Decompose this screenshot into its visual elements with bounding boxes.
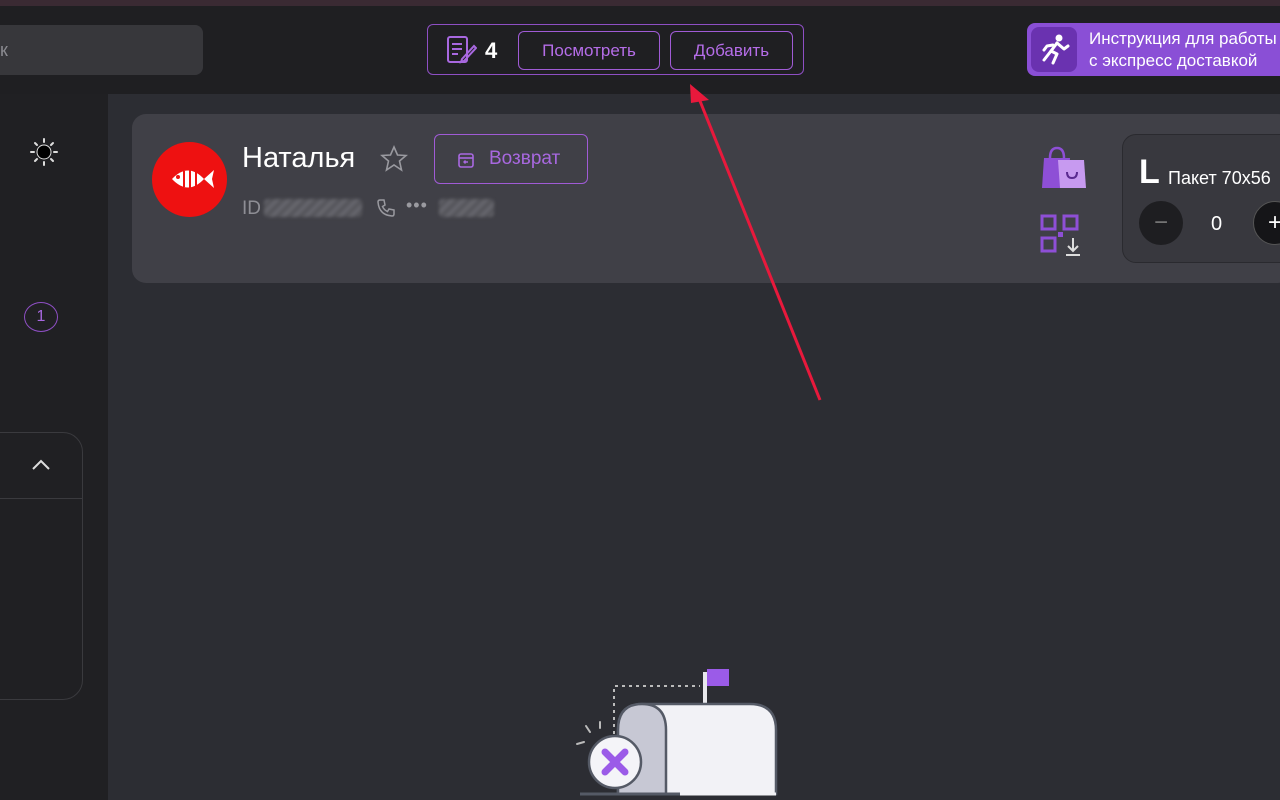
instruction-text: Инструкция для работы с экспресс доставк… xyxy=(1089,29,1277,70)
shopping-bag-icon[interactable] xyxy=(1040,146,1088,190)
document-icon xyxy=(447,36,477,64)
package-quantity: 0 xyxy=(1211,213,1223,235)
view-button[interactable]: Посмотреть xyxy=(518,31,660,70)
star-icon[interactable] xyxy=(380,145,408,173)
increment-button[interactable]: + xyxy=(1253,201,1280,245)
sidebar-count-badge[interactable]: 1 xyxy=(24,302,58,332)
customer-name: Наталья xyxy=(242,142,356,174)
empty-mailbox-illustration xyxy=(576,669,778,796)
panel-divider xyxy=(0,498,83,499)
chevron-up-icon[interactable] xyxy=(31,457,51,471)
search-text: к xyxy=(0,40,8,60)
cart-summary: 4 Посмотреть Добавить xyxy=(427,24,804,75)
cart-count: 4 xyxy=(485,38,498,63)
collapsible-panel xyxy=(0,432,83,700)
instruction-banner[interactable]: Инструкция для работы с экспресс доставк… xyxy=(1027,23,1280,76)
package-name: Пакет 70x56 xyxy=(1168,168,1271,188)
sun-icon[interactable] xyxy=(28,136,60,168)
fish-logo-icon xyxy=(152,142,227,217)
customer-id-label: ID xyxy=(242,198,261,219)
decrement-button[interactable]: − xyxy=(1139,201,1183,245)
phone-mask: ••• xyxy=(406,195,428,215)
phone-redacted xyxy=(439,199,494,217)
qr-download-icon[interactable] xyxy=(1040,214,1084,258)
customer-id-redacted xyxy=(264,199,362,217)
return-icon xyxy=(458,153,474,168)
search-input[interactable]: к xyxy=(0,25,203,75)
add-button[interactable]: Добавить xyxy=(670,31,793,70)
return-label: Возврат xyxy=(489,148,561,169)
running-man-icon xyxy=(1031,27,1077,72)
phone-icon xyxy=(377,199,395,217)
top-header: к 4 Посмотреть Добавить Инструкция для р… xyxy=(0,6,1280,94)
return-button[interactable]: Возврат xyxy=(434,134,588,184)
package-size: L xyxy=(1139,153,1160,191)
package-selector: L Пакет 70x56 − 0 + xyxy=(1122,134,1280,263)
